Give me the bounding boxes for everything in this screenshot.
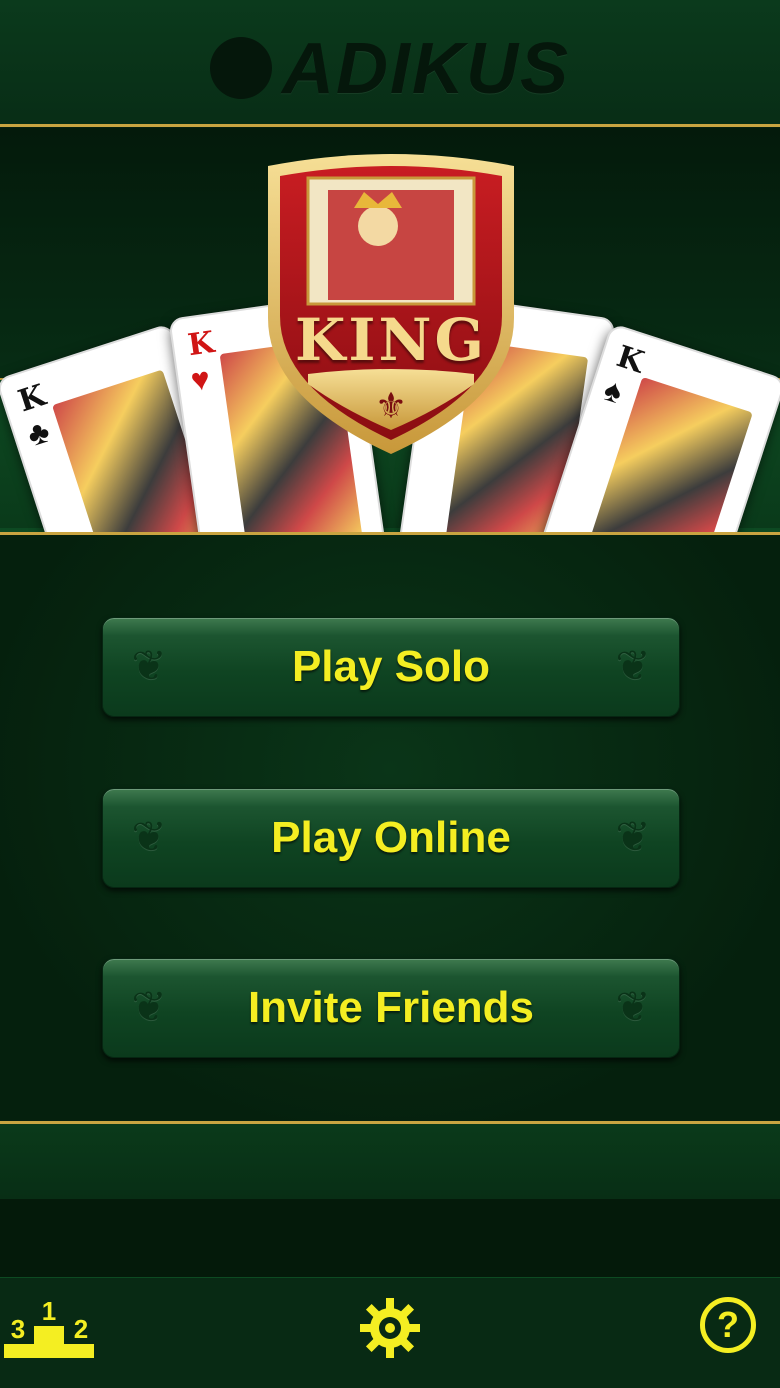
button-label: Invite Friends bbox=[247, 983, 535, 1032]
header-band: ADIKUS bbox=[0, 0, 780, 125]
podium-place-third: 3 bbox=[11, 1314, 25, 1344]
divider-line bbox=[0, 124, 780, 127]
brand-logo: ADIKUS bbox=[0, 28, 780, 110]
king-shield-emblem: ⚜ bbox=[268, 154, 514, 454]
play-solo-button[interactable]: ❦ Play Solo ❦ bbox=[102, 617, 680, 717]
help-glyph: ? bbox=[717, 1304, 739, 1345]
play-online-button[interactable]: ❦ Play Online ❦ bbox=[102, 788, 680, 888]
fleur-ornament-icon: ❦ bbox=[615, 641, 651, 690]
brand-name: ADIKUS bbox=[281, 29, 570, 109]
podium-place-first: 1 bbox=[42, 1296, 56, 1326]
spades-icon: ♠ bbox=[599, 370, 628, 411]
hearts-icon: ♥ bbox=[188, 359, 213, 399]
button-label: Play Online bbox=[271, 813, 511, 862]
game-title: KING bbox=[294, 306, 488, 374]
brand-mark-icon bbox=[209, 36, 272, 99]
invite-friends-button[interactable]: ❦ Invite Friends ❦ bbox=[102, 958, 680, 1058]
clubs-icon: ♣ bbox=[22, 412, 54, 454]
podium-icon[interactable]: 3 1 2 bbox=[4, 1290, 96, 1360]
podium-place-second: 2 bbox=[74, 1314, 88, 1344]
fleur-ornament-icon: ❦ bbox=[615, 982, 651, 1031]
svg-text:⚜: ⚜ bbox=[375, 386, 407, 427]
fleur-ornament-icon: ❦ bbox=[131, 812, 167, 861]
card-rank: K bbox=[185, 325, 217, 364]
card-rank: K bbox=[14, 378, 50, 420]
gear-icon[interactable] bbox=[358, 1296, 422, 1360]
spacer-band bbox=[0, 1199, 780, 1277]
fleur-ornament-icon: ❦ bbox=[131, 982, 167, 1031]
help-icon[interactable]: ? bbox=[700, 1297, 756, 1353]
fleur-ornament-icon: ❦ bbox=[615, 812, 651, 861]
fleur-ornament-icon: ❦ bbox=[131, 641, 167, 690]
ad-banner-area bbox=[0, 1124, 780, 1199]
button-label: Play Solo bbox=[291, 642, 491, 691]
